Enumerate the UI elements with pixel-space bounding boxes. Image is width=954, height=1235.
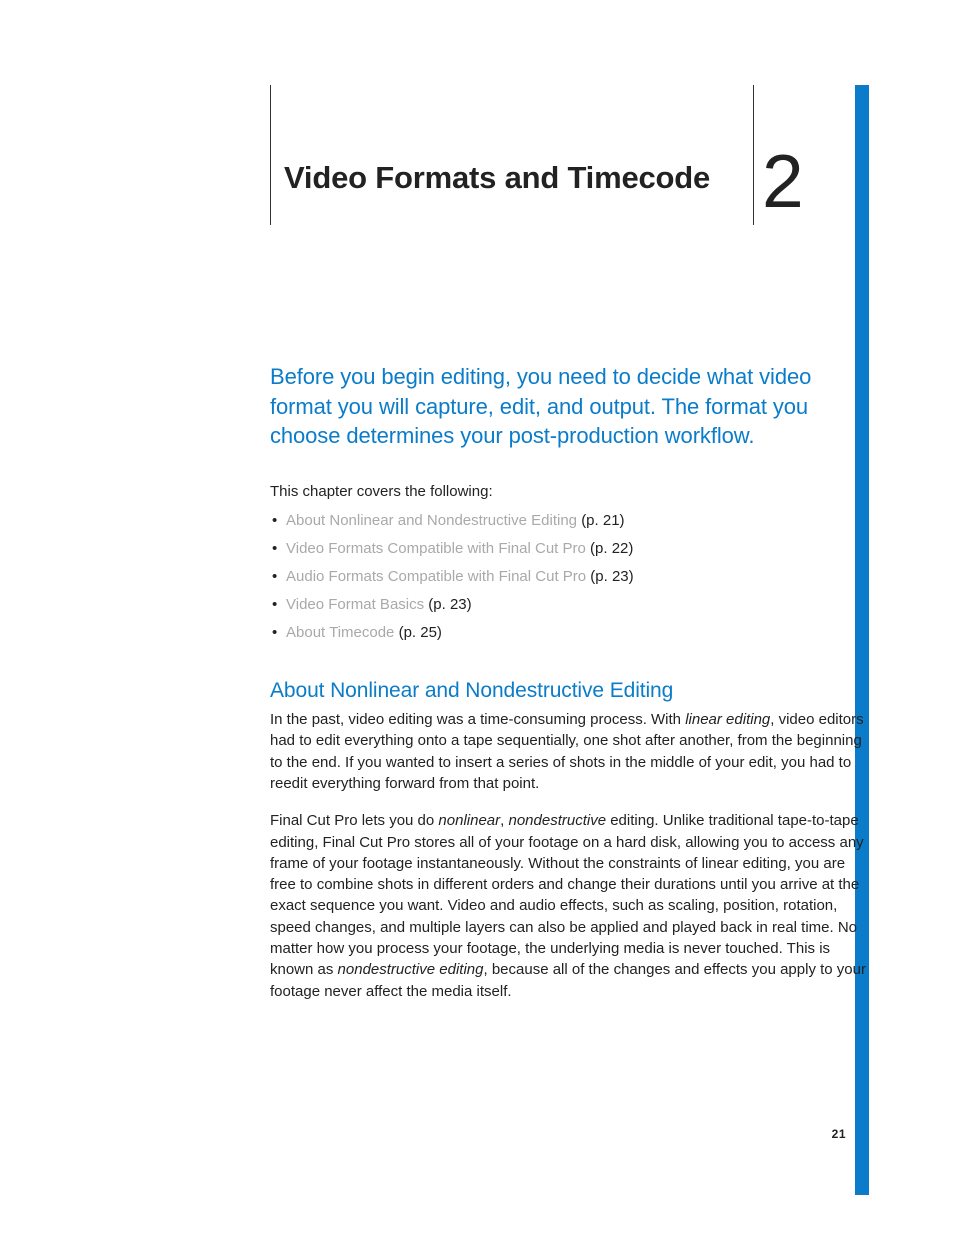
emphasis: nondestructive editing [338,961,484,978]
toc-item: Video Format Basics (p. 23) [270,594,870,615]
toc-page-ref: (p. 21) [581,512,624,529]
toc-page-ref: (p. 23) [590,568,633,585]
chapter-toc: About Nonlinear and Nondestructive Editi… [270,510,870,643]
emphasis: nonlinear [438,812,500,829]
toc-link[interactable]: Video Format Basics [286,596,424,613]
title-rule-left [270,85,271,225]
toc-item: Video Formats Compatible with Final Cut … [270,538,870,559]
lead-paragraph: Before you begin editing, you need to de… [270,362,870,451]
section-heading: About Nonlinear and Nondestructive Editi… [270,679,870,703]
content-area: Before you begin editing, you need to de… [270,362,870,1018]
emphasis: linear editing [685,711,770,728]
toc-page-ref: (p. 23) [428,596,471,613]
toc-link[interactable]: About Nonlinear and Nondestructive Editi… [286,512,577,529]
toc-link[interactable]: Video Formats Compatible with Final Cut … [286,540,586,557]
emphasis: nondestructive [508,812,606,829]
covers-label: This chapter covers the following: [270,483,870,500]
toc-page-ref: (p. 22) [590,540,633,557]
chapter-title: Video Formats and Timecode [284,160,744,196]
text-run: In the past, video editing was a time-co… [270,711,685,728]
title-rule-right [753,85,754,225]
toc-link[interactable]: Audio Formats Compatible with Final Cut … [286,568,586,585]
page: Video Formats and Timecode 2 Before you … [0,0,954,1235]
toc-item: About Nonlinear and Nondestructive Editi… [270,510,870,531]
toc-item: Audio Formats Compatible with Final Cut … [270,566,870,587]
chapter-number: 2 [762,144,804,219]
body-paragraph: In the past, video editing was a time-co… [270,709,870,794]
toc-link[interactable]: About Timecode [286,624,394,641]
toc-item: About Timecode (p. 25) [270,622,870,643]
body-paragraph: Final Cut Pro lets you do nonlinear, non… [270,810,870,1002]
toc-page-ref: (p. 25) [399,624,442,641]
text-run: editing. Unlike traditional tape-to-tape… [270,812,864,978]
text-run: Final Cut Pro lets you do [270,812,438,829]
page-number: 21 [832,1127,846,1141]
